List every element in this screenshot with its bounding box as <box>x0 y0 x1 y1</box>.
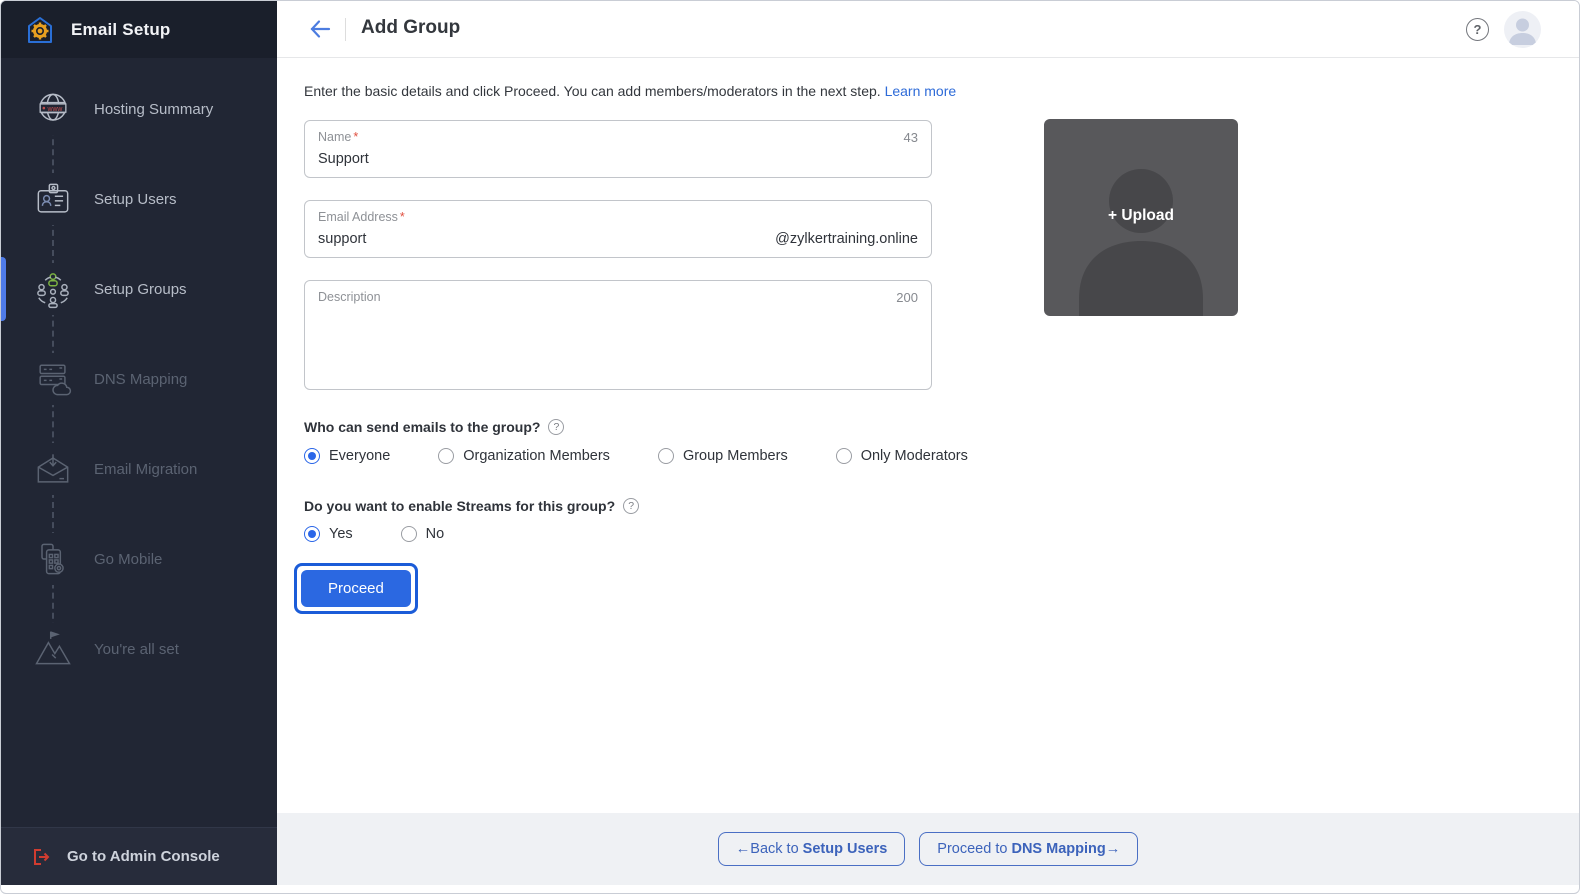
sidebar-item-label: Hosting Summary <box>94 101 213 118</box>
email-setup-logo-icon <box>23 13 57 47</box>
sidebar-item-hosting-summary[interactable]: www Hosting Summary <box>1 64 277 154</box>
radio-circle[interactable] <box>304 448 320 464</box>
mobile-icon <box>31 533 75 585</box>
description-char-counter: 200 <box>896 290 918 305</box>
sidebar-item-label: Email Migration <box>94 461 197 478</box>
sidebar-item-label: Go Mobile <box>94 551 162 568</box>
send-emails-question: Who can send emails to the group? ? <box>304 419 564 435</box>
enable-streams-radio-group: Yes No <box>304 526 444 542</box>
exit-icon <box>31 847 51 867</box>
wizard-footer: ←Back to Setup Users Proceed to DNS Mapp… <box>277 813 1579 885</box>
name-label: Name* <box>318 130 358 144</box>
setup-steps-nav: www Hosting Summary <box>1 64 277 694</box>
group-photo-upload[interactable]: + Upload <box>1044 119 1238 316</box>
sidebar-title: Email Setup <box>71 20 171 40</box>
radio-circle[interactable] <box>438 448 454 464</box>
group-email-field[interactable]: Email Address* support @zylkertraining.o… <box>304 200 932 258</box>
sidebar-item-go-mobile[interactable]: Go Mobile <box>1 514 277 604</box>
sidebar-header: Email Setup <box>1 1 277 58</box>
active-step-indicator <box>1 257 6 321</box>
sidebar-item-setup-groups[interactable]: Setup Groups <box>1 244 277 334</box>
back-arrow-icon[interactable] <box>306 15 334 48</box>
sidebar: Email Setup www Hosting Summary <box>1 1 277 885</box>
go-to-admin-console-label: Go to Admin Console <box>67 848 220 865</box>
radio-group-members[interactable]: Group Members <box>658 448 788 464</box>
send-emails-radio-group: Everyone Organization Members Group Memb… <box>304 448 968 464</box>
help-icon[interactable]: ? <box>1466 18 1489 41</box>
sidebar-item-email-migration[interactable]: Email Migration <box>1 424 277 514</box>
learn-more-link[interactable]: Learn more <box>885 83 957 99</box>
help-icon[interactable]: ? <box>548 419 564 435</box>
radio-circle[interactable] <box>836 448 852 464</box>
help-icon[interactable]: ? <box>623 498 639 514</box>
proceed-annotation-box: Proceed <box>294 563 418 614</box>
back-to-setup-users-button[interactable]: ←Back to Setup Users <box>718 832 906 866</box>
description-placeholder: Description <box>318 290 381 304</box>
sidebar-item-youre-all-set[interactable]: You're all set <box>1 604 277 694</box>
sidebar-item-setup-users[interactable]: Setup Users <box>1 154 277 244</box>
email-value: support <box>318 231 366 247</box>
header-divider <box>345 18 346 41</box>
app-window: Email Setup www Hosting Summary <box>0 0 1580 894</box>
group-name-field[interactable]: Name* 43 Support <box>304 120 932 178</box>
name-char-counter: 43 <box>904 130 918 145</box>
email-domain: @zylkertraining.online <box>775 231 918 247</box>
go-to-admin-console-link[interactable]: Go to Admin Console <box>1 827 277 885</box>
id-card-icon <box>31 173 75 225</box>
svg-text:www: www <box>47 106 63 113</box>
required-asterisk: * <box>353 130 358 144</box>
server-cloud-icon <box>31 353 75 405</box>
sidebar-item-label: DNS Mapping <box>94 371 187 388</box>
add-group-form: Enter the basic details and click Procee… <box>277 58 1579 813</box>
mail-download-icon <box>31 443 75 495</box>
radio-only-moderators[interactable]: Only Moderators <box>836 448 968 464</box>
instruction-body: Enter the basic details and click Procee… <box>304 83 881 99</box>
sidebar-item-label: Setup Users <box>94 191 177 208</box>
sidebar-item-dns-mapping[interactable]: DNS Mapping <box>1 334 277 424</box>
page-title: Add Group <box>361 17 460 39</box>
sidebar-item-label: Setup Groups <box>94 281 187 298</box>
mountain-flag-icon <box>31 623 75 675</box>
radio-organization-members[interactable]: Organization Members <box>438 448 610 464</box>
radio-no[interactable]: No <box>401 526 445 542</box>
radio-yes[interactable]: Yes <box>304 526 353 542</box>
radio-circle[interactable] <box>401 526 417 542</box>
radio-everyone[interactable]: Everyone <box>304 448 390 464</box>
page-header: Add Group ? <box>277 1 1579 58</box>
globe-icon: www <box>31 83 75 135</box>
user-avatar[interactable] <box>1504 11 1541 48</box>
instruction-text: Enter the basic details and click Procee… <box>304 83 956 99</box>
proceed-button[interactable]: Proceed <box>301 570 411 607</box>
upload-label: + Upload <box>1044 207 1238 225</box>
radio-circle[interactable] <box>658 448 674 464</box>
description-field[interactable]: Description 200 <box>304 280 932 390</box>
name-value: Support <box>318 151 369 167</box>
required-asterisk: * <box>400 210 405 224</box>
enable-streams-question: Do you want to enable Streams for this g… <box>304 498 639 514</box>
sidebar-item-label: You're all set <box>94 641 179 658</box>
radio-circle[interactable] <box>304 526 320 542</box>
proceed-to-dns-mapping-button[interactable]: Proceed to DNS Mapping→ <box>919 832 1138 866</box>
group-icon <box>31 263 75 315</box>
email-label: Email Address* <box>318 210 405 224</box>
